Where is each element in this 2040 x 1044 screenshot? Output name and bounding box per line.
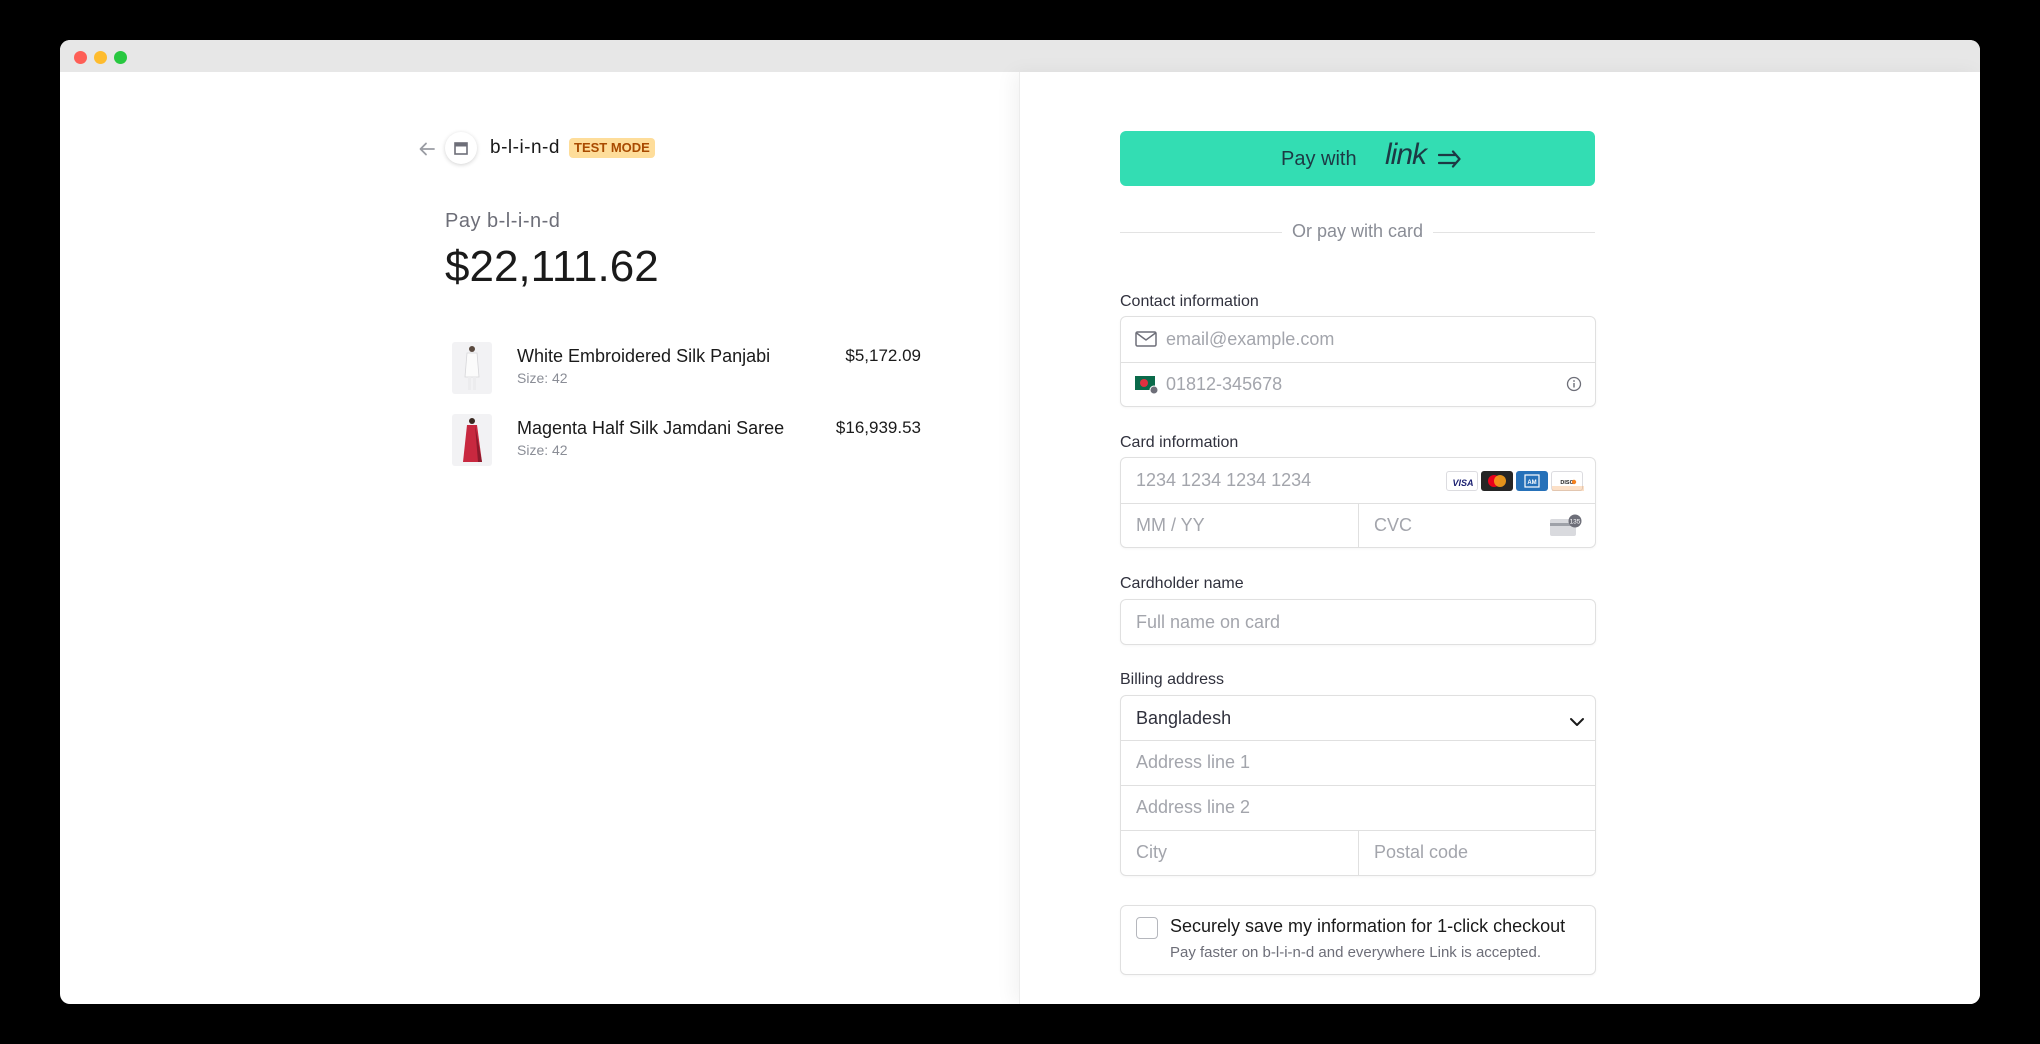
pay-with-label: Pay with: [1281, 148, 1357, 170]
card-number-input[interactable]: 1234 1234 1234 1234: [1136, 458, 1311, 502]
product-image-panjabi: [452, 342, 492, 394]
discover-logo-icon: DISC: [1551, 471, 1584, 491]
save-info-box: Securely save my information for 1-click…: [1120, 905, 1596, 975]
cvc-input[interactable]: CVC: [1374, 503, 1412, 547]
close-window-button[interactable]: [74, 51, 87, 64]
link-arrow-icon: [1437, 150, 1462, 171]
title-bar: [60, 40, 1980, 72]
postal-code-input[interactable]: Postal code: [1374, 830, 1468, 874]
merchant-name[interactable]: b-l-i-n-d: [490, 137, 560, 159]
contact-info-group: email@example.com 01812-345678: [1120, 316, 1596, 407]
address-line2-input[interactable]: Address line 2: [1136, 785, 1250, 829]
back-arrow-icon[interactable]: [416, 138, 438, 160]
chevron-down-icon[interactable]: [1569, 712, 1585, 733]
save-info-title[interactable]: Securely save my information for 1-click…: [1170, 916, 1565, 937]
total-amount: $22,111.62: [445, 242, 659, 291]
svg-text:135: 135: [1570, 519, 1581, 526]
contact-info-label: Contact information: [1120, 293, 1259, 310]
mastercard-logo-icon: [1481, 471, 1513, 491]
browser-window: b-l-i-n-d TEST MODE Pay b-l-i-n-d $22,11…: [60, 40, 1980, 1004]
info-icon[interactable]: [1566, 376, 1582, 397]
link-logo: link: [1385, 138, 1427, 171]
bangladesh-flag-icon: [1135, 375, 1159, 400]
svg-text:DISC: DISC: [1560, 480, 1573, 486]
cardholder-name-input[interactable]: Full name on card: [1120, 599, 1596, 645]
or-pay-with-card-label: Or pay with card: [1120, 221, 1595, 242]
visa-logo-icon: VISA: [1446, 471, 1478, 491]
country-select[interactable]: Bangladesh: [1136, 696, 1231, 740]
pay-merchant-label: Pay b-l-i-n-d: [445, 210, 561, 232]
product-image-saree: [452, 414, 492, 466]
amex-logo-icon: AM: [1516, 471, 1548, 491]
expiry-input[interactable]: MM / YY: [1136, 503, 1205, 547]
phone-input[interactable]: 01812-345678: [1166, 362, 1282, 406]
card-info-group: 1234 1234 1234 1234 VISA AM DISC MM / YY…: [1120, 457, 1596, 548]
item-size: Size: 42: [517, 442, 568, 458]
cardholder-label: Cardholder name: [1120, 575, 1244, 592]
svg-text:AM: AM: [1527, 480, 1536, 486]
item-size: Size: 42: [517, 370, 568, 386]
minimize-window-button[interactable]: [94, 51, 107, 64]
cvc-card-icon: 135: [1549, 514, 1583, 543]
city-input[interactable]: City: [1136, 830, 1167, 874]
pay-with-link-button[interactable]: Pay with link: [1120, 131, 1595, 186]
test-mode-badge: TEST MODE: [569, 138, 655, 158]
address-line1-input[interactable]: Address line 1: [1136, 740, 1250, 784]
save-info-checkbox[interactable]: [1136, 917, 1158, 939]
email-input[interactable]: email@example.com: [1166, 317, 1334, 361]
svg-text:VISA: VISA: [1452, 478, 1473, 488]
maximize-window-button[interactable]: [114, 51, 127, 64]
item-price: $16,939.53: [835, 418, 921, 437]
envelope-icon: [1135, 331, 1157, 352]
cardholder-placeholder: Full name on card: [1136, 612, 1281, 632]
card-info-label: Card information: [1120, 434, 1239, 451]
save-info-subtitle: Pay faster on b-l-i-n-d and everywhere L…: [1170, 944, 1542, 961]
store-icon: [445, 132, 477, 164]
billing-address-group: Bangladesh Address line 1 Address line 2…: [1120, 695, 1596, 876]
item-price: $5,172.09: [845, 346, 921, 365]
billing-address-label: Billing address: [1120, 671, 1225, 688]
